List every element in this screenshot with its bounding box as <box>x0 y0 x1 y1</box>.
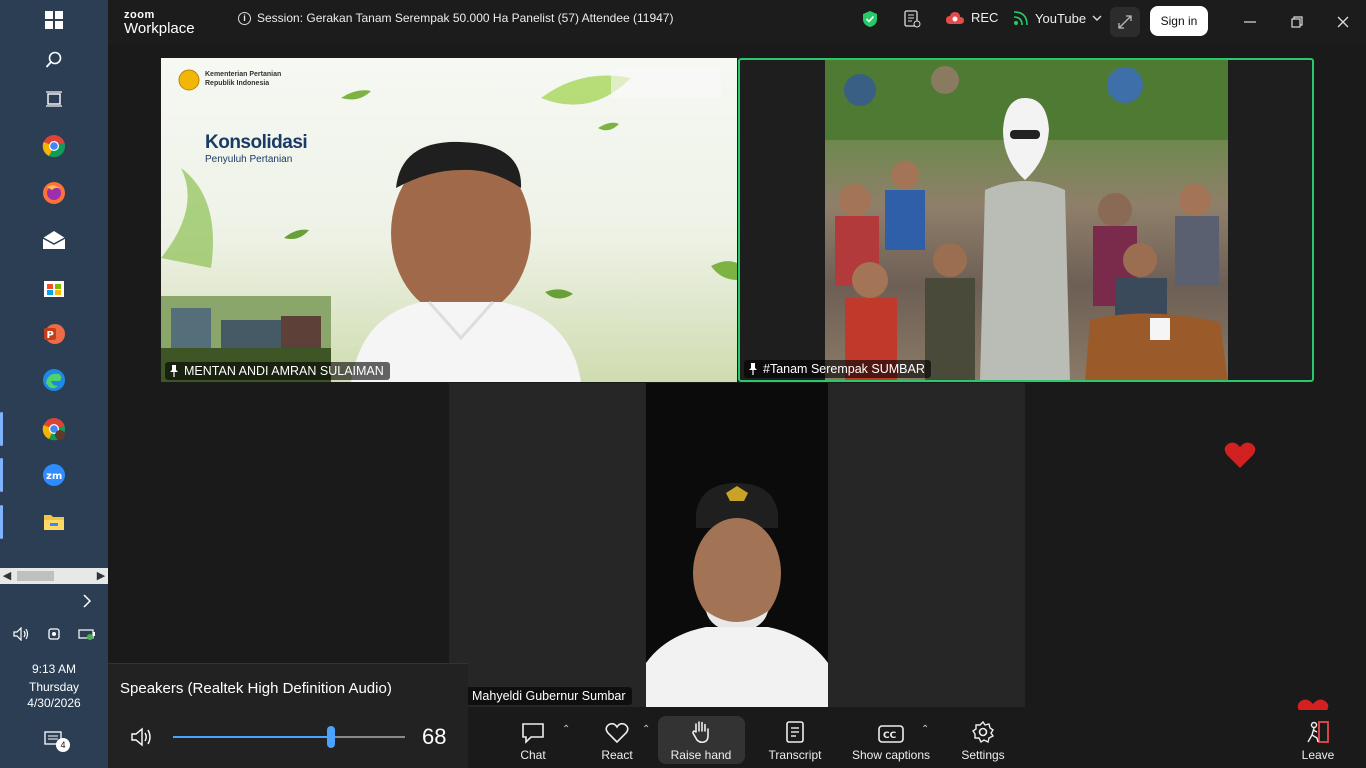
crowd-scene <box>825 60 1228 380</box>
raise-hand-icon <box>692 721 709 744</box>
participant-name: Mahyeldi Gubernur Sumbar <box>472 689 626 703</box>
react-chevron-up-icon[interactable]: ⌃ <box>642 724 650 735</box>
slide-background <box>161 68 737 382</box>
live-stream-icon <box>1013 11 1028 26</box>
meeting-stage: Kementerian Pertanian Republik Indonesia… <box>108 44 1366 712</box>
settings-button[interactable]: Settings <box>952 716 1014 764</box>
volume-level: 68 <box>422 724 447 749</box>
org-line-2: Republik Indonesia <box>205 80 270 87</box>
chrome-profile-icon[interactable] <box>38 413 70 445</box>
scroll-right-icon[interactable]: ▶ <box>94 568 108 584</box>
taskbar-scrollbar[interactable]: ◀ ▶ <box>0 568 108 584</box>
volume-slider-thumb[interactable] <box>327 726 335 748</box>
react-label: React <box>601 748 633 762</box>
zoom-logo-bottom: Workplace <box>124 20 195 37</box>
audio-device-name[interactable]: Speakers (Realtek High Definition Audio) <box>120 680 392 697</box>
meeting-summary-icon[interactable] <box>903 10 921 28</box>
leave-label: Leave <box>1301 748 1335 762</box>
file-explorer-icon[interactable] <box>38 506 70 538</box>
video-tile-mentan[interactable]: Kementerian Pertanian Republik Indonesia… <box>161 58 737 382</box>
pin-icon <box>749 363 757 375</box>
encryption-shield-icon[interactable] <box>862 10 878 28</box>
mahyeldi-video <box>646 383 828 707</box>
slide-subtitle: Penyuluh Pertanian <box>205 154 293 165</box>
minimize-icon[interactable] <box>1236 8 1264 36</box>
fullscreen-icon[interactable] <box>1110 7 1140 37</box>
scroll-thumb[interactable] <box>17 571 54 581</box>
org-name: Kementerian Pertanian Republik Indonesia <box>205 70 281 88</box>
chat-icon <box>522 723 544 744</box>
search-icon[interactable] <box>38 44 70 76</box>
chat-chevron-up-icon[interactable]: ⌃ <box>562 724 570 735</box>
chevron-down-icon <box>1092 15 1102 21</box>
close-icon[interactable] <box>1329 8 1357 36</box>
raise-hand-button[interactable]: Raise hand <box>661 716 741 764</box>
battery-icon[interactable] <box>72 618 102 650</box>
svg-text:zm: zm <box>46 471 62 482</box>
transcript-label: Transcript <box>768 748 822 762</box>
zoom-app-icon[interactable]: zm <box>38 459 70 491</box>
edge-icon[interactable] <box>38 364 70 396</box>
task-view-icon[interactable] <box>38 83 70 115</box>
windows-start-icon[interactable] <box>38 4 70 36</box>
sign-in-button[interactable]: Sign in <box>1150 6 1208 36</box>
clock-time[interactable]: 9:13 AM <box>0 662 108 676</box>
react-button[interactable]: React <box>592 716 642 764</box>
scroll-left-icon[interactable]: ◀ <box>0 568 14 584</box>
show-captions-label: Show captions <box>851 748 931 762</box>
youtube-live-stream[interactable]: YouTube <box>1013 10 1102 26</box>
rec-label: REC <box>971 10 999 25</box>
settings-label: Settings <box>961 748 1005 762</box>
chrome-icon[interactable] <box>38 130 70 162</box>
speaker-icon[interactable] <box>130 726 156 748</box>
heart-reaction-icon <box>1224 442 1256 468</box>
windows-taskbar: P zm ◀ ▶ 9:13 AM Thursday 4/30/2026 4 <box>0 0 108 768</box>
firefox-icon[interactable] <box>38 177 70 209</box>
zoom-titlebar: zoom Workplace i Session: Gerakan Tanam … <box>108 0 1366 44</box>
notification-badge: 4 <box>56 738 70 752</box>
chat-label: Chat <box>520 748 546 762</box>
heart-outline-icon <box>605 722 629 744</box>
pin-icon <box>170 365 178 377</box>
participant-label: Mahyeldi Gubernur Sumbar <box>453 687 632 705</box>
cloud-recording[interactable]: REC <box>945 10 998 25</box>
captions-chevron-up-icon[interactable]: ⌃ <box>921 724 929 735</box>
raise-hand-label: Raise hand <box>670 748 732 762</box>
org-line-1: Kementerian Pertanian <box>205 71 282 78</box>
crowd-video <box>825 60 1228 380</box>
cc-icon: CC <box>878 725 904 743</box>
session-text: Session: Gerakan Tanam Serempak 50.000 H… <box>257 11 674 25</box>
info-icon[interactable]: i <box>238 11 251 25</box>
transcript-icon <box>786 721 804 743</box>
participant-label: MENTAN ANDI AMRAN SULAIMAN <box>165 362 390 380</box>
powerpoint-icon[interactable]: P <box>38 318 70 350</box>
meet-now-icon[interactable] <box>40 618 68 650</box>
gear-icon <box>972 720 995 744</box>
speaker-video-frame <box>646 383 828 707</box>
participant-label: #Tanam Serempak SUMBAR <box>744 360 931 378</box>
volume-slider-fill <box>173 736 331 738</box>
cloud-record-icon <box>946 11 964 24</box>
clock-day[interactable]: Thursday <box>0 680 108 694</box>
mail-icon[interactable] <box>38 224 70 256</box>
transcript-button[interactable]: Transcript <box>764 716 826 764</box>
video-tile-tanam-serempak[interactable]: #Tanam Serempak SUMBAR <box>738 58 1314 382</box>
microsoft-store-icon[interactable] <box>38 271 70 303</box>
chevron-right-icon[interactable] <box>72 585 102 617</box>
slide-title: Konsolidasi <box>205 132 308 153</box>
volume-flyout: Speakers (Realtek High Definition Audio)… <box>108 663 468 768</box>
notification-icon[interactable]: 4 <box>38 724 70 756</box>
svg-text:P: P <box>47 330 54 341</box>
volume-icon[interactable] <box>8 618 36 650</box>
youtube-label: YouTube <box>1035 10 1087 26</box>
leave-icon <box>1307 721 1329 743</box>
chat-button[interactable]: Chat <box>508 716 558 764</box>
session-info[interactable]: i Session: Gerakan Tanam Serempak 50.000… <box>238 11 673 25</box>
clock-date[interactable]: 4/30/2026 <box>0 696 108 710</box>
svg-text:CC: CC <box>883 731 897 741</box>
restore-icon[interactable] <box>1283 8 1311 36</box>
leave-button[interactable]: Leave <box>1294 716 1342 764</box>
participant-name: #Tanam Serempak SUMBAR <box>763 362 925 376</box>
participant-name: MENTAN ANDI AMRAN SULAIMAN <box>184 364 384 378</box>
